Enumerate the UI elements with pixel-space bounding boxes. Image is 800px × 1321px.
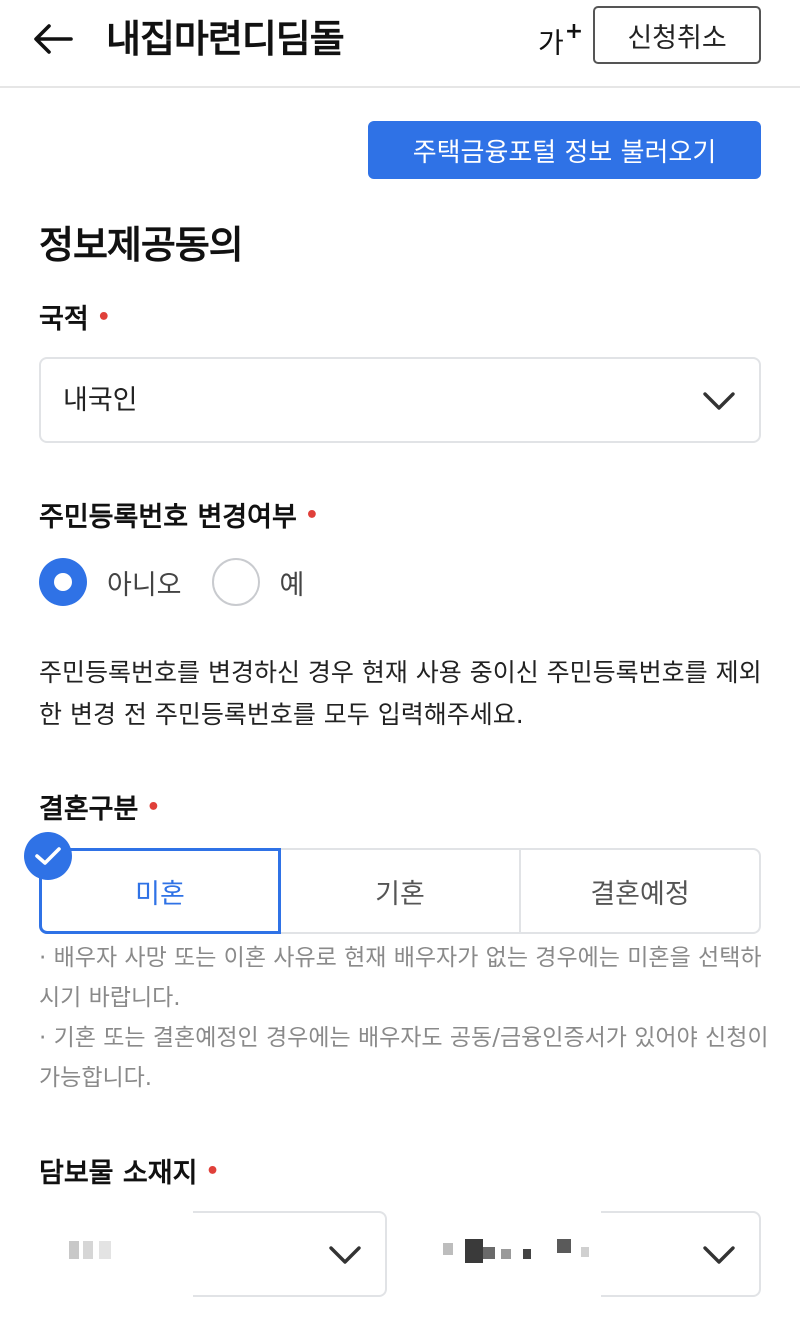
nationality-select[interactable]: 내국인	[39, 357, 761, 443]
redacted-mark	[99, 1241, 111, 1259]
marriage-label: 결혼구분 •	[39, 792, 160, 830]
marriage-option-single[interactable]: 미혼	[39, 848, 281, 934]
font-size-label: 가	[538, 26, 564, 60]
radio-yes-label: 예	[279, 569, 305, 601]
collateral-region-select[interactable]	[35, 1205, 387, 1297]
marriage-note-2: · 기혼 또는 결혼예정인 경우에는 배우자도 공동/금융인증서가 있어야 신청…	[39, 1025, 769, 1091]
nationality-label-text: 국적	[39, 304, 89, 335]
selected-check-badge	[24, 832, 72, 880]
redacted-mark	[501, 1249, 511, 1259]
redacted-mark	[69, 1241, 79, 1259]
radio-no-label: 아니오	[107, 569, 182, 601]
cancel-application-button[interactable]: 신청취소	[593, 6, 761, 64]
redacted-mark	[83, 1241, 93, 1259]
resident-change-radio-group: 아니오 예	[39, 557, 304, 607]
redacted-value	[35, 1205, 193, 1297]
font-size-button[interactable]: 가+	[538, 16, 583, 63]
collateral-label: 담보물 소재지 •	[39, 1156, 220, 1194]
back-arrow-icon	[34, 24, 73, 54]
back-button[interactable]	[30, 16, 76, 62]
collateral-label-text: 담보물 소재지	[39, 1158, 198, 1189]
header: 내집마련디딤돌 가+ 신청취소	[0, 0, 800, 88]
chevron-down-icon	[329, 1246, 361, 1264]
redacted-mark	[465, 1239, 483, 1263]
nationality-value: 내국인	[63, 385, 138, 416]
chevron-down-icon	[703, 1246, 735, 1264]
nationality-label: 국적 •	[39, 302, 111, 340]
marriage-label-text: 결혼구분	[39, 794, 139, 825]
required-mark: •	[96, 305, 111, 330]
redacted-mark	[581, 1247, 589, 1257]
marriage-option-engaged[interactable]: 결혼예정	[521, 848, 761, 934]
resident-change-label: 주민등록번호 변경여부 •	[39, 500, 319, 538]
marriage-segmented-control: 미혼 기혼 결혼예정	[39, 848, 761, 934]
required-mark: •	[205, 1159, 220, 1184]
resident-change-label-text: 주민등록번호 변경여부	[39, 502, 297, 533]
radio-no[interactable]: 아니오	[39, 558, 182, 606]
chevron-down-icon	[703, 392, 735, 410]
redacted-mark	[557, 1239, 571, 1253]
marriage-option-married[interactable]: 기혼	[281, 848, 521, 934]
collateral-district-select[interactable]	[411, 1205, 761, 1297]
check-icon	[35, 847, 61, 865]
font-size-plus: +	[564, 19, 584, 44]
radio-yes[interactable]: 예	[211, 558, 305, 606]
marriage-note-1: · 배우자 사망 또는 이혼 사유로 현재 배우자가 없는 경우에는 미혼을 선…	[39, 945, 762, 1011]
redacted-mark	[483, 1247, 495, 1259]
import-portal-info-button[interactable]: 주택금융포털 정보 불러오기	[368, 121, 761, 179]
radio-yes-circle[interactable]	[211, 558, 260, 606]
resident-change-info: 주민등록번호를 변경하신 경우 현재 사용 중이신 주민등록번호를 제외한 변경…	[39, 658, 762, 729]
marriage-notes: · 배우자 사망 또는 이혼 사유로 현재 배우자가 없는 경우에는 미혼을 선…	[39, 938, 769, 1098]
required-mark: •	[304, 503, 319, 528]
required-mark: •	[146, 795, 161, 820]
redacted-mark	[443, 1243, 453, 1255]
section-title: 정보제공동의	[39, 223, 244, 267]
radio-no-circle[interactable]	[39, 558, 87, 606]
page-title: 내집마련디딤돌	[106, 17, 345, 61]
redacted-mark	[523, 1249, 531, 1259]
